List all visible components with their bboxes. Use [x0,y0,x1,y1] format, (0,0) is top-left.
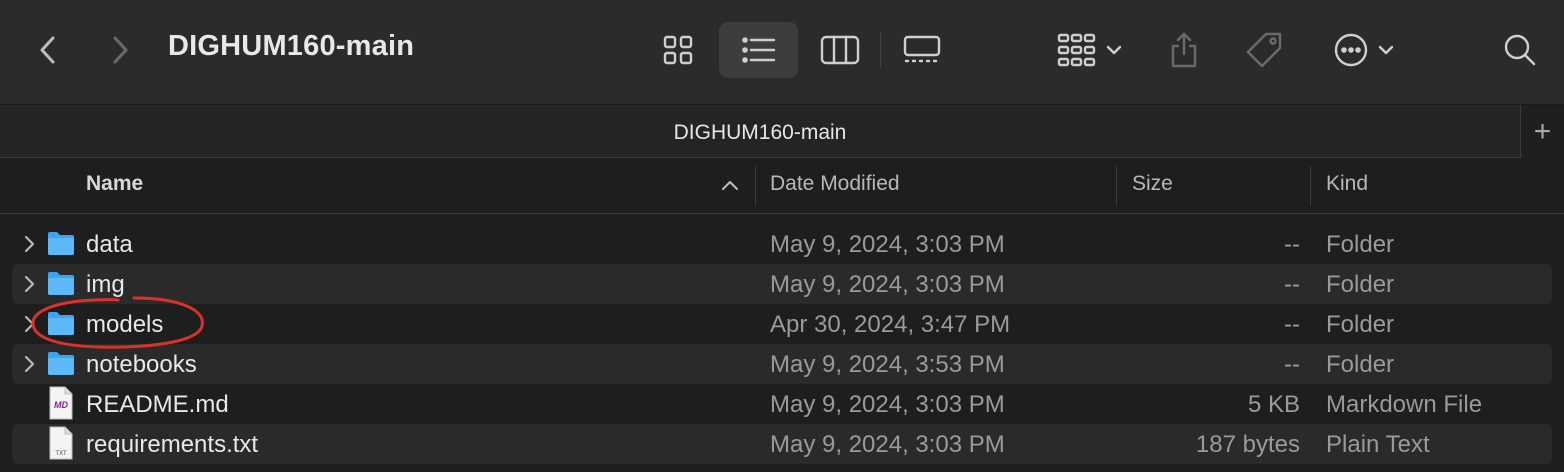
file-name: data [86,231,133,258]
ellipsis-circle-icon [1334,33,1368,67]
file-date: May 9, 2024, 3:03 PM [770,431,1005,458]
file-size: 187 bytes [1195,431,1300,458]
group-by-button[interactable] [1050,22,1130,78]
disclosure-triangle[interactable] [22,274,36,299]
more-actions-button[interactable] [1326,22,1402,78]
column-header-kind[interactable]: Kind [1326,172,1368,196]
chevron-down-icon [1378,45,1394,55]
file-name: img [86,271,125,298]
toolbar: DIGHUM160-main [0,0,1564,104]
file-size: -- [1284,231,1300,258]
new-tab-button[interactable]: + [1520,105,1564,159]
file-name: notebooks [86,351,197,378]
table-row[interactable]: models Apr 30, 2024, 3:47 PM -- Folder [12,304,1552,344]
text-file-icon: TXT [48,426,74,465]
file-kind: Folder [1326,311,1395,338]
file-date: May 9, 2024, 3:03 PM [770,231,1005,258]
markdown-file-icon: MD [48,386,74,425]
table-row[interactable]: TXT requirements.txt May 9, 2024, 3:03 P… [12,424,1552,464]
column-view-button[interactable] [812,22,868,78]
list-view-button[interactable] [719,22,798,78]
file-name: models [86,311,164,338]
table-row[interactable]: data May 9, 2024, 3:03 PM -- Folder [12,224,1552,264]
table-row[interactable]: notebooks May 9, 2024, 3:53 PM -- Folder [12,344,1552,384]
file-size: 5 KB [1247,391,1300,418]
file-name: README.md [86,391,229,418]
file-date: May 9, 2024, 3:03 PM [770,391,1005,418]
column-divider[interactable] [755,166,756,206]
chevron-right-icon [24,235,35,253]
svg-text:MD: MD [54,400,68,410]
folder-icon [46,270,76,301]
search-icon [1504,34,1536,66]
tab-bar: DIGHUM160-main + [0,104,1564,159]
forward-button[interactable] [100,28,140,72]
group-by-icon [1057,33,1096,67]
folder-icon [46,230,76,261]
share-icon [1171,32,1197,68]
window-title: DIGHUM160-main [168,30,415,62]
file-size: -- [1284,271,1300,298]
column-divider[interactable] [1116,166,1117,206]
gallery-view-button[interactable] [894,22,950,78]
chevron-right-icon [113,36,128,64]
grid-icon [663,35,693,65]
column-header-name[interactable]: Name [86,172,143,196]
disclosure-triangle[interactable] [22,314,36,339]
back-button[interactable] [28,28,68,72]
file-size: -- [1284,311,1300,338]
file-kind: Plain Text [1326,431,1430,458]
share-button[interactable] [1160,22,1208,78]
table-row[interactable]: img May 9, 2024, 3:03 PM -- Folder [12,264,1552,304]
table-row[interactable]: MD README.md May 9, 2024, 3:03 PM 5 KB M… [12,384,1552,424]
tab-title[interactable]: DIGHUM160-main [0,121,1520,145]
disclosure-triangle[interactable] [22,234,36,259]
list-icon [741,37,775,63]
sort-ascending-icon[interactable] [720,178,740,197]
folder-icon [46,350,76,381]
column-header-date[interactable]: Date Modified [770,172,900,196]
file-kind: Folder [1326,271,1395,298]
disclosure-triangle[interactable] [22,354,36,379]
toolbar-separator [880,32,881,68]
columns-icon [820,35,860,65]
file-kind: Folder [1326,231,1395,258]
gallery-icon [903,35,941,63]
search-button[interactable] [1496,22,1544,78]
tag-button[interactable] [1236,22,1292,78]
file-name: requirements.txt [86,431,259,458]
file-date: May 9, 2024, 3:03 PM [770,271,1005,298]
chevron-right-icon [24,275,35,293]
chevron-left-icon [40,36,55,64]
folder-icon [46,310,76,341]
file-size: -- [1284,351,1300,378]
column-header: Name Date Modified Size Kind [0,158,1564,214]
icon-view-button[interactable] [650,22,706,78]
file-date: Apr 30, 2024, 3:47 PM [770,311,1011,338]
column-header-size[interactable]: Size [1132,172,1173,196]
chevron-down-icon [1106,45,1122,55]
file-kind: Folder [1326,351,1395,378]
file-date: May 9, 2024, 3:53 PM [770,351,1005,378]
svg-text:TXT: TXT [55,451,67,457]
column-divider[interactable] [1310,166,1311,206]
file-kind: Markdown File [1326,391,1483,418]
tag-icon [1246,32,1282,68]
chevron-right-icon [24,355,35,373]
chevron-right-icon [24,315,35,333]
